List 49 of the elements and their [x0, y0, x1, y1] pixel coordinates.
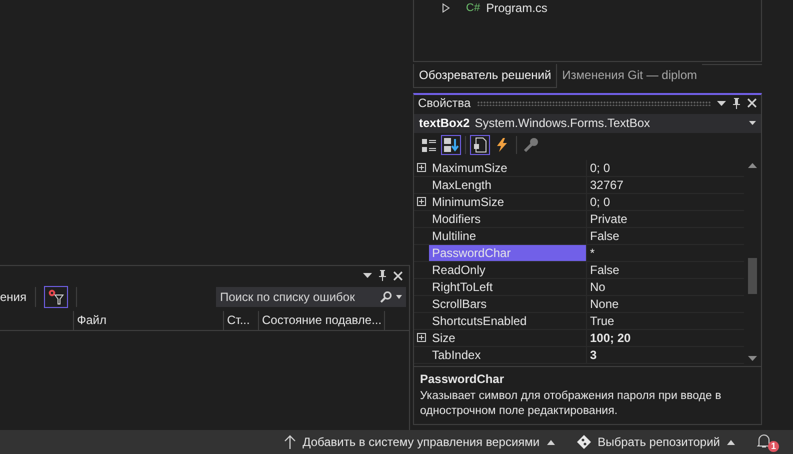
- toolbar-button[interactable]: [470, 134, 490, 155]
- diamond-icon: [576, 435, 591, 449]
- property-page-icon: [472, 136, 488, 153]
- lightning-icon: [494, 136, 510, 153]
- object-name: textBox2: [419, 116, 470, 130]
- file-name[interactable]: Program.cs: [486, 1, 548, 15]
- csharp-file-icon: C#: [466, 2, 480, 14]
- dropdown-icon[interactable]: [363, 273, 372, 278]
- search-field[interactable]: Поиск по списку ошибок: [216, 287, 406, 307]
- caret-icon: [727, 440, 735, 444]
- expand-icon[interactable]: [417, 333, 426, 342]
- filter-button[interactable]: [44, 286, 68, 308]
- scroll-down-icon[interactable]: [748, 356, 757, 361]
- notification-badge: 1: [768, 441, 779, 452]
- dropdown-icon[interactable]: [717, 100, 726, 106]
- scroll-up-icon[interactable]: [748, 162, 757, 168]
- column-header[interactable]: Файл: [73, 311, 223, 330]
- expand-arrow-icon[interactable]: [442, 3, 450, 13]
- column-header[interactable]: Ст...: [223, 311, 258, 330]
- column-header[interactable]: Состояние подавле...: [258, 311, 384, 330]
- panel-tab[interactable]: Обозреватель решений: [413, 64, 558, 88]
- toolbar-label[interactable]: ения: [0, 290, 27, 304]
- property-name[interactable]: PasswordChar: [429, 244, 587, 261]
- status-button[interactable]: Добавить в систему управления версиями: [284, 435, 555, 449]
- property-name[interactable]: TabIndex: [429, 346, 587, 363]
- caret-icon: [546, 440, 555, 444]
- up-arrow-icon: [284, 435, 296, 449]
- categorized-icon: [421, 136, 437, 153]
- status-button[interactable]: Выбрать репозиторий: [576, 435, 735, 449]
- pin-icon[interactable]: [732, 98, 741, 109]
- wrench-icon: [523, 136, 539, 153]
- panel-title: Свойства: [418, 96, 471, 110]
- description-title: PasswordChar: [420, 372, 506, 386]
- filter-icon: [48, 289, 64, 305]
- toolbar-button[interactable]: [441, 134, 461, 155]
- close-icon[interactable]: [747, 98, 757, 108]
- expand-icon[interactable]: [417, 163, 426, 172]
- sort-icon: [443, 136, 459, 153]
- search-icon[interactable]: [380, 291, 392, 303]
- dropdown-icon[interactable]: [749, 121, 756, 126]
- panel-tab[interactable]: Изменения Git — diplom: [557, 64, 702, 88]
- scrollbar-thumb[interactable]: [748, 258, 757, 294]
- pin-icon[interactable]: [378, 270, 387, 281]
- close-icon[interactable]: [393, 270, 403, 280]
- bell-icon: [757, 433, 771, 449]
- dropdown-icon[interactable]: [396, 295, 402, 299]
- description-text: Указывает символ для отображения пароля при вводе в однострочном поле редактирования.: [420, 388, 722, 419]
- expand-icon[interactable]: [417, 197, 426, 206]
- object-type: System.Windows.Forms.TextBox: [474, 116, 650, 130]
